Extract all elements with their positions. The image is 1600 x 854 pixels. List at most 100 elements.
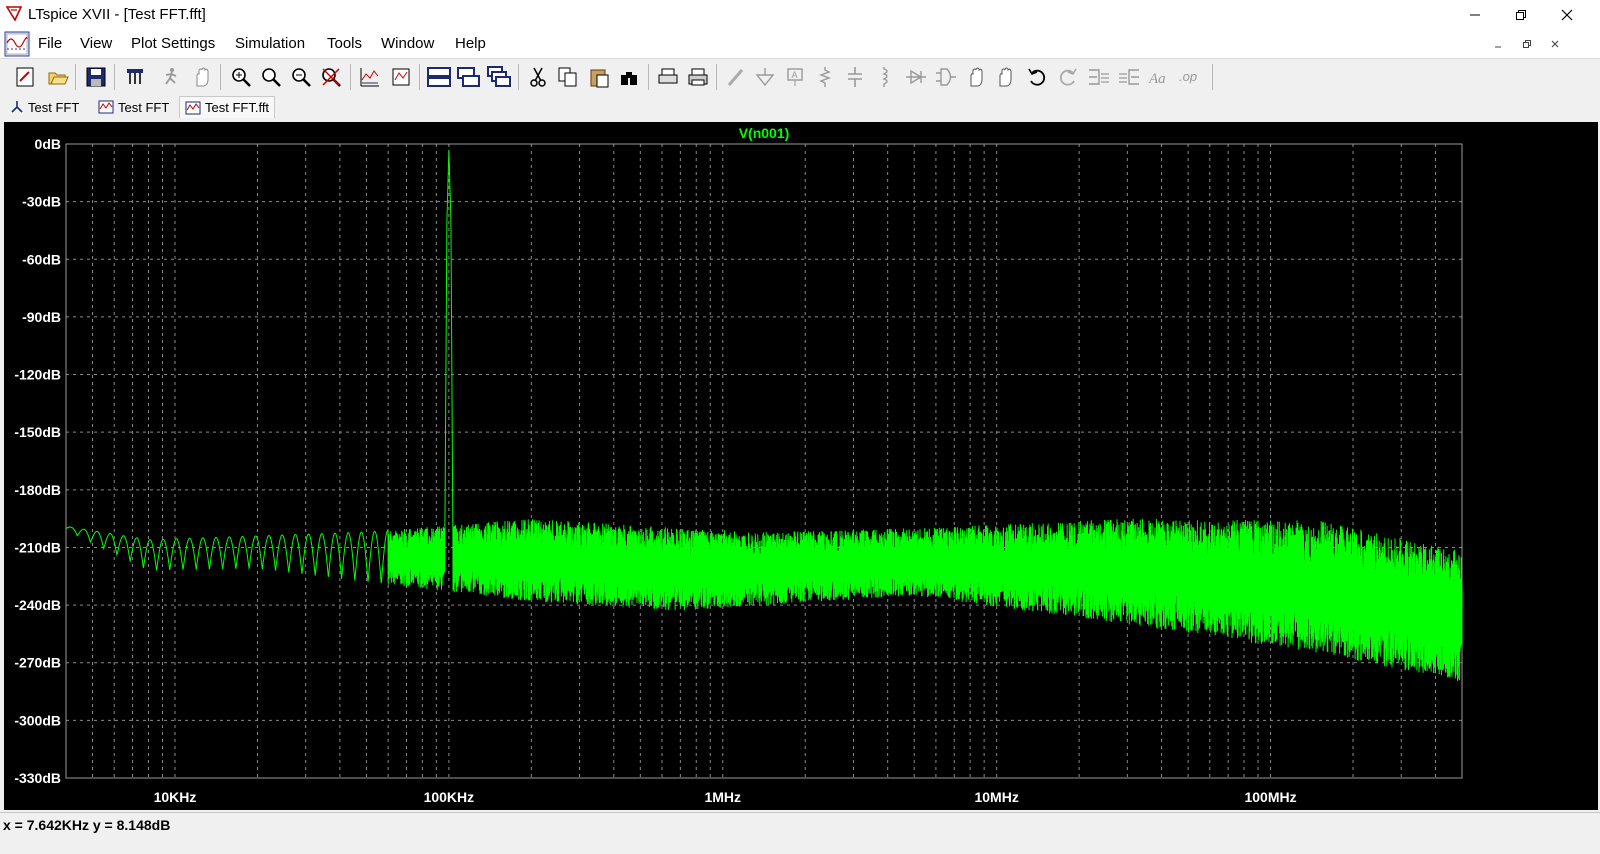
rotate-button[interactable] (1086, 64, 1112, 90)
new-schematic-button[interactable] (12, 64, 38, 90)
toolbar-separator (220, 64, 221, 90)
copy-button[interactable] (555, 64, 581, 90)
undo-button[interactable] (1024, 64, 1050, 90)
window-title: LTspice XVII - [Test FFT.fft] (28, 6, 206, 23)
paste-icon (590, 69, 609, 88)
tile-vertical-button[interactable] (456, 64, 482, 90)
open-button[interactable] (45, 64, 71, 90)
trace-v-n001[interactable] (65, 149, 1463, 681)
tab-fft[interactable]: Test FFT.fft (179, 96, 276, 118)
text-button[interactable]: Aa (1147, 64, 1173, 90)
component-button[interactable] (933, 64, 959, 90)
save-button[interactable] (83, 64, 109, 90)
wire-button[interactable] (723, 64, 749, 90)
print-button[interactable] (685, 64, 711, 90)
tab-label: Test FFT (28, 99, 80, 115)
cursor-readout: x = 7.642KHz y = 8.148dB (3, 817, 171, 833)
trace-layer (65, 149, 1463, 681)
waveform-document-icon[interactable] (4, 31, 30, 57)
menu-plot-settings[interactable]: Plot Settings (131, 35, 215, 52)
control-panel-button[interactable] (122, 64, 148, 90)
toolbar-separator (518, 64, 519, 90)
label-net-button[interactable]: A (782, 64, 808, 90)
toolbar-separator (419, 64, 420, 90)
diode-button[interactable] (903, 64, 929, 90)
menu-window[interactable]: Window (381, 35, 434, 52)
open-icon (48, 72, 69, 85)
halt-button[interactable] (189, 64, 215, 90)
cascade-button[interactable] (486, 64, 512, 90)
paste-button[interactable] (586, 64, 612, 90)
close-icon (1561, 9, 1573, 21)
diode-icon (906, 69, 926, 85)
x-tick-label: 100MHz (1244, 789, 1296, 805)
y-tick-label: -270dB (14, 655, 61, 671)
y-tick-label: -300dB (14, 712, 61, 728)
control-panel-icon (127, 69, 143, 84)
autorange-button[interactable] (357, 64, 383, 90)
y-tick-label: -60dB (22, 251, 61, 267)
menu-file[interactable]: File (38, 35, 62, 52)
label-icon: A (787, 68, 803, 86)
rotate-icon (1089, 69, 1109, 85)
tab-schematic[interactable]: Test FFT (4, 96, 85, 118)
trace-title[interactable]: V(n001) (739, 125, 790, 141)
capacitor-icon (848, 67, 862, 87)
cascade-icon (487, 66, 511, 87)
restore-icon (1523, 40, 1531, 48)
menu-help[interactable]: Help (455, 35, 486, 52)
resistor-button[interactable] (812, 64, 838, 90)
copy-icon (558, 67, 577, 87)
zoom-full-button[interactable] (258, 64, 284, 90)
ground-button[interactable] (752, 64, 778, 90)
spice-directive-button[interactable]: .op (1177, 64, 1203, 90)
close-button[interactable] (1544, 0, 1590, 30)
tab-waveform[interactable]: Test FFT (92, 96, 175, 118)
pick-traces-button[interactable] (388, 64, 414, 90)
menu-tools[interactable]: Tools (327, 35, 362, 52)
ground-icon (755, 68, 775, 87)
menu-simulation[interactable]: Simulation (235, 35, 305, 52)
redo-button[interactable] (1055, 64, 1081, 90)
y-tick-label: 0dB (35, 136, 61, 152)
waveform-icon (98, 100, 114, 114)
toolbar-separator (1212, 64, 1213, 90)
find-button[interactable] (616, 64, 642, 90)
text-icon: Aa (1148, 71, 1166, 87)
mdi-close-button[interactable] (1544, 34, 1566, 54)
fft-plot[interactable]: 0dB -30dB -60dB -90dB -120dB -150dB -180dB -210… (4, 122, 1598, 810)
menu-view[interactable]: View (80, 35, 112, 52)
plot-pane[interactable]: 0dB -30dB -60dB -90dB -120dB -150dB -180dB -210… (4, 122, 1598, 810)
inductor-button[interactable] (872, 64, 898, 90)
zoom-cancel-button[interactable] (318, 64, 344, 90)
y-tick-label: -90dB (22, 309, 61, 325)
cut-button[interactable] (525, 64, 551, 90)
tile-horizontal-button[interactable] (426, 64, 452, 90)
toolbar-separator (716, 64, 717, 90)
spice-directive-icon: .op (1179, 69, 1197, 84)
y-tick-label: -120dB (14, 367, 61, 383)
print-preview-button[interactable] (655, 64, 681, 90)
menu-bar: File View Plot Settings Simulation Tools… (0, 30, 1600, 58)
waveform-icon (185, 101, 201, 114)
y-tick-label: -150dB (14, 424, 61, 440)
mdi-restore-button[interactable] (1516, 34, 1538, 54)
y-tick-label: -30dB (22, 194, 61, 210)
minimize-button[interactable] (1452, 0, 1498, 30)
capacitor-button[interactable] (842, 64, 868, 90)
run-button[interactable] (158, 64, 184, 90)
title-bar: LTspice XVII - [Test FFT.fft] (0, 0, 1600, 30)
x-tick-label: 10KHz (154, 789, 197, 805)
mirror-icon (1119, 69, 1139, 85)
drag-button[interactable] (993, 64, 1019, 90)
svg-text:Aa: Aa (1148, 71, 1166, 87)
zoom-in-button[interactable] (228, 64, 254, 90)
plot-frame (65, 143, 1463, 779)
document-tab-bar: Test FFT Test FFT Test FFT.fft (0, 95, 1600, 122)
mirror-button[interactable] (1116, 64, 1142, 90)
drag-icon (999, 67, 1012, 87)
zoom-out-button[interactable] (288, 64, 314, 90)
move-button[interactable] (963, 64, 989, 90)
restore-button[interactable] (1498, 0, 1544, 30)
mdi-minimize-button[interactable] (1487, 34, 1509, 54)
